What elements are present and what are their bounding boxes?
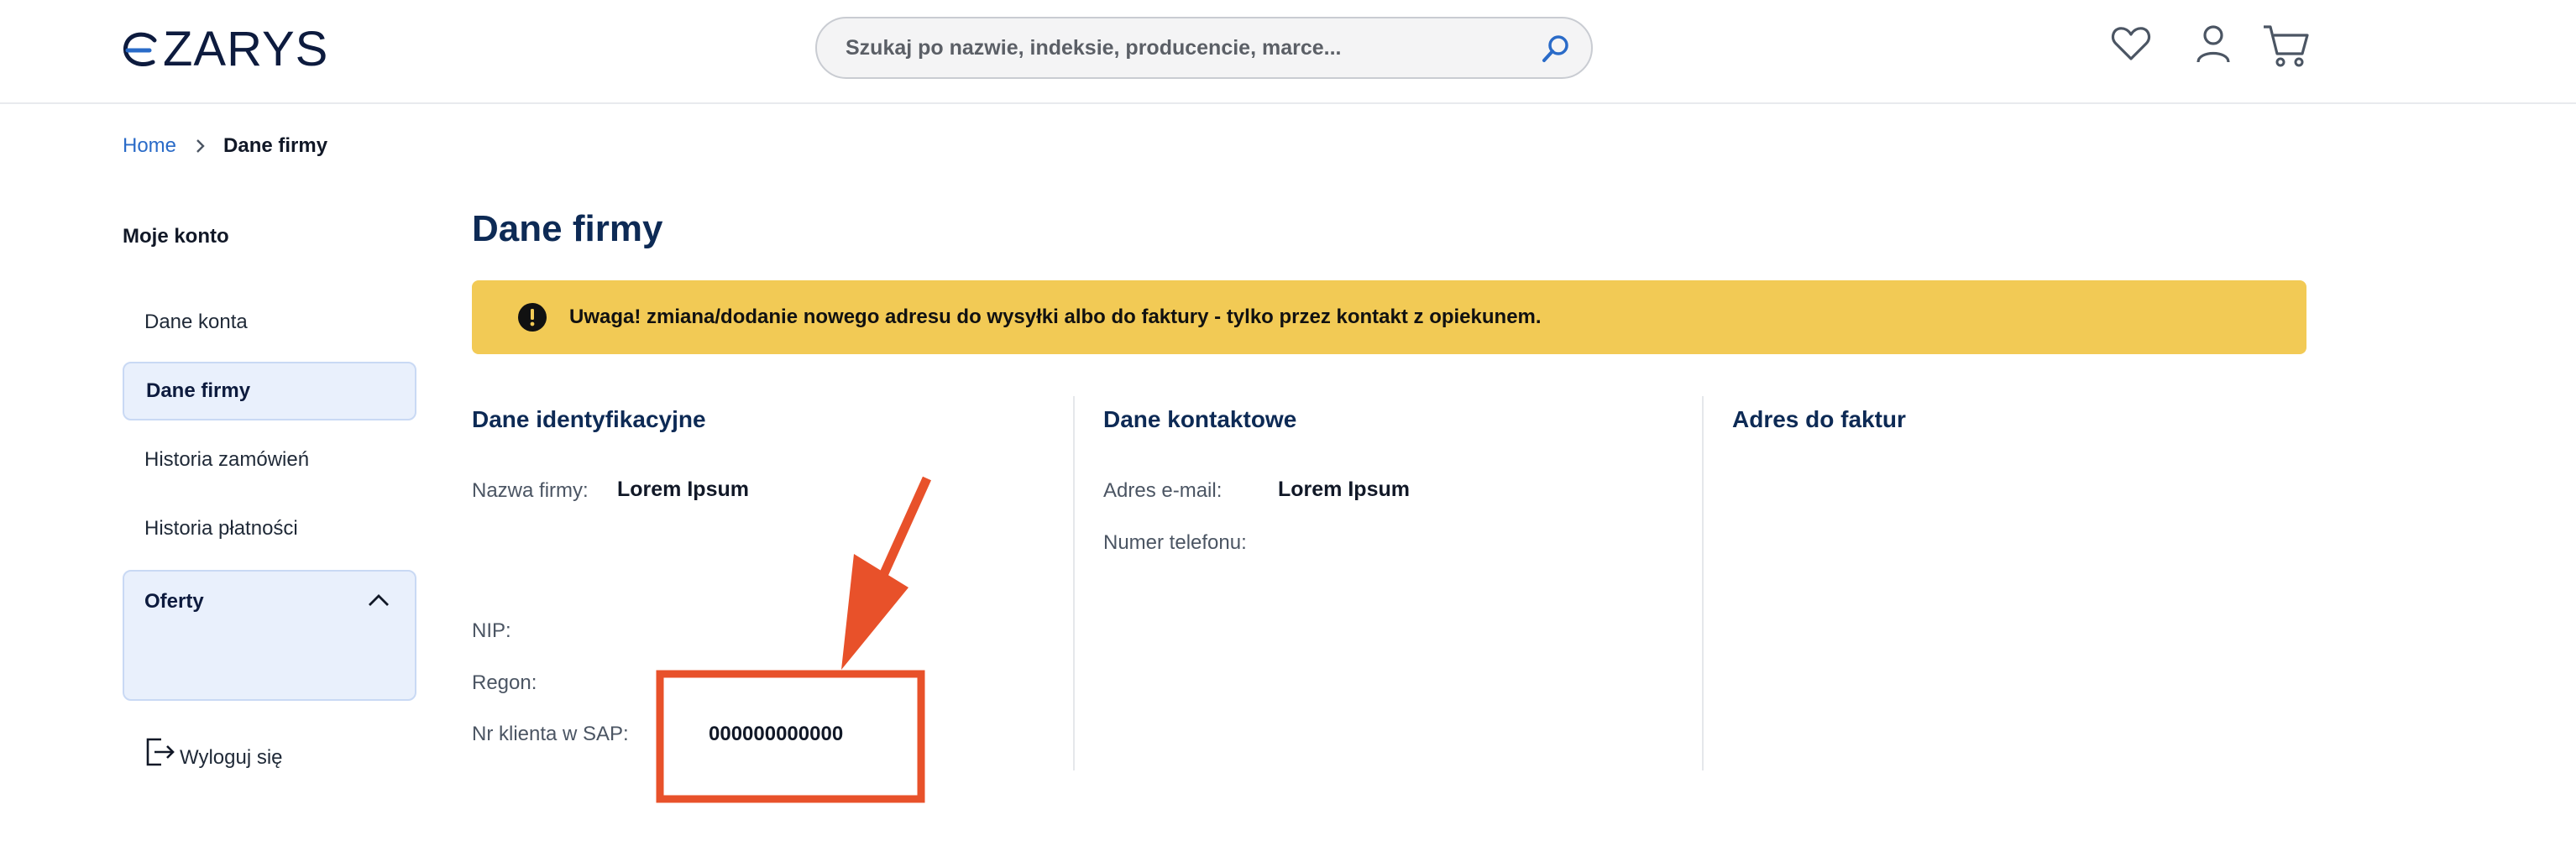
user-icon[interactable]	[2190, 20, 2237, 67]
sidebar-offers-panel[interactable]: Oferty	[123, 570, 416, 701]
logout-label: Wyloguj się	[180, 746, 283, 769]
logo[interactable]: ZARYS	[123, 25, 328, 74]
logo-mark-icon	[123, 29, 158, 70]
regon-label: Regon:	[472, 671, 537, 694]
alert-text: Uwaga! zmiana/dodanie nowego adresu do w…	[569, 306, 1542, 328]
header: ZARYS	[0, 0, 2576, 104]
company-name-value: Lorem Ipsum	[617, 478, 749, 501]
email-value: Lorem Ipsum	[1278, 478, 1410, 501]
page: ZARYS Szukaj po nazwie, indeksie, produc…	[0, 0, 2576, 846]
chevron-up-icon[interactable]	[366, 590, 391, 610]
sidebar-item-label: Dane konta	[144, 311, 248, 333]
cart-icon[interactable]	[2260, 20, 2311, 70]
column-divider	[1073, 396, 1075, 770]
logo-text: ZARYS	[163, 22, 329, 76]
breadcrumb-current: Dane firmy	[223, 134, 328, 157]
sap-client-number-value: 000000000000	[709, 723, 844, 745]
annotation-arrow-shaft	[868, 476, 932, 600]
sidebar-item-dane-konta[interactable]: Dane konta	[123, 293, 416, 352]
sidebar-item-label: Dane firmy	[146, 379, 251, 402]
search-bar[interactable]	[815, 17, 1593, 79]
breadcrumb: Home Dane firmy	[123, 134, 327, 158]
sidebar-item-label: Historia zamówień	[144, 448, 310, 471]
search-icon[interactable]	[1541, 34, 1571, 64]
phone-label: Numer telefonu:	[1103, 531, 1247, 554]
nip-label: NIP:	[472, 619, 511, 642]
page-title: Dane firmy	[472, 208, 663, 249]
heart-icon[interactable]	[2107, 20, 2155, 67]
sidebar-title: Moje konto	[123, 225, 229, 248]
sidebar-item-label: Historia płatności	[144, 517, 298, 540]
identification-section-title: Dane identyfikacyjne	[472, 406, 706, 432]
exclamation-icon	[518, 303, 547, 332]
chevron-right-icon	[196, 139, 205, 153]
breadcrumb-home-link[interactable]: Home	[123, 134, 176, 158]
sidebar-offers-label: Oferty	[144, 590, 204, 613]
sap-client-number-label: Nr klienta w SAP:	[472, 723, 629, 745]
sidebar-item-historia-zamowien[interactable]: Historia zamówień	[123, 431, 416, 489]
company-name-label: Nazwa firmy:	[472, 479, 589, 502]
logout-icon	[146, 738, 175, 766]
warning-alert: Uwaga! zmiana/dodanie nowego adresu do w…	[472, 280, 2306, 354]
sidebar-item-historia-platnosci[interactable]: Historia płatności	[123, 499, 416, 558]
annotation-arrow-head	[841, 554, 908, 670]
logout-button[interactable]: Wyloguj się	[143, 736, 283, 770]
sidebar-item-dane-firmy[interactable]: Dane firmy	[123, 362, 416, 420]
email-label: Adres e-mail:	[1103, 479, 1223, 502]
contact-section-title: Dane kontaktowe	[1103, 406, 1297, 432]
column-divider	[1702, 396, 1704, 770]
invoice-address-section-title: Adres do faktur	[1732, 406, 1906, 432]
search-input[interactable]	[844, 34, 1519, 61]
